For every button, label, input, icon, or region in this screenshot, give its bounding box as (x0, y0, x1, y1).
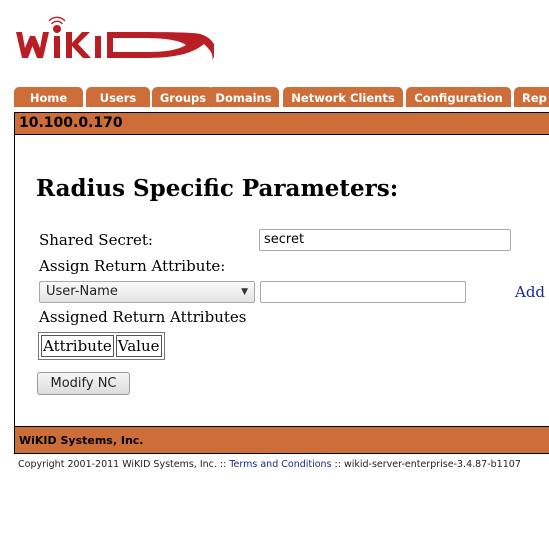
column-header-attribute: Attribute (41, 335, 114, 357)
attribute-value-input[interactable] (260, 281, 466, 303)
footer-bar: WiKID Systems, Inc. (15, 426, 549, 453)
add-link[interactable]: Add (515, 283, 545, 301)
assigned-attributes-table: Attribute Value (38, 332, 165, 360)
copyright-prefix: Copyright 2001-2011 WiKID Systems, Inc. … (18, 459, 230, 470)
table-header-row: Attribute Value (41, 335, 162, 357)
tab-home[interactable]: Home (14, 87, 83, 107)
footer-company: WiKID Systems, Inc. (19, 434, 144, 447)
modify-nc-button[interactable]: Modify NC (37, 372, 130, 395)
nav-tabs: Home Users Groups Domains Network Client… (14, 87, 549, 107)
wikid-logo (16, 16, 214, 60)
page-title: Radius Specific Parameters: (36, 175, 399, 202)
shared-secret-label: Shared Secret: (39, 231, 153, 249)
column-header-value: Value (115, 335, 162, 357)
header-bar: 10.100.0.170 (15, 113, 549, 135)
main-panel: 10.100.0.170 Radius Specific Parameters:… (14, 112, 549, 454)
terms-link[interactable]: Terms and Conditions (229, 459, 331, 470)
ip-address: 10.100.0.170 (19, 115, 123, 131)
tab-groups[interactable]: Groups (152, 87, 214, 107)
assigned-return-attributes-label: Assigned Return Attributes (39, 308, 247, 326)
assign-return-attribute-label: Assign Return Attribute: (39, 257, 226, 275)
tab-reports[interactable]: Rep (514, 87, 549, 107)
tab-domains[interactable]: Domains (208, 87, 279, 107)
shared-secret-input[interactable]: secret (259, 229, 511, 251)
version-text: :: wikid-server-enterprise-3.4.87-b1107 (331, 459, 521, 470)
copyright-line: Copyright 2001-2011 WiKID Systems, Inc. … (18, 459, 521, 470)
chevron-down-icon: ▼ (241, 287, 248, 297)
attribute-select-value: User-Name (46, 284, 118, 299)
tab-configuration[interactable]: Configuration (406, 87, 511, 107)
tab-network-clients[interactable]: Network Clients (283, 87, 403, 107)
attribute-select[interactable]: User-Name ▼ (39, 281, 255, 303)
tab-users[interactable]: Users (86, 87, 150, 107)
